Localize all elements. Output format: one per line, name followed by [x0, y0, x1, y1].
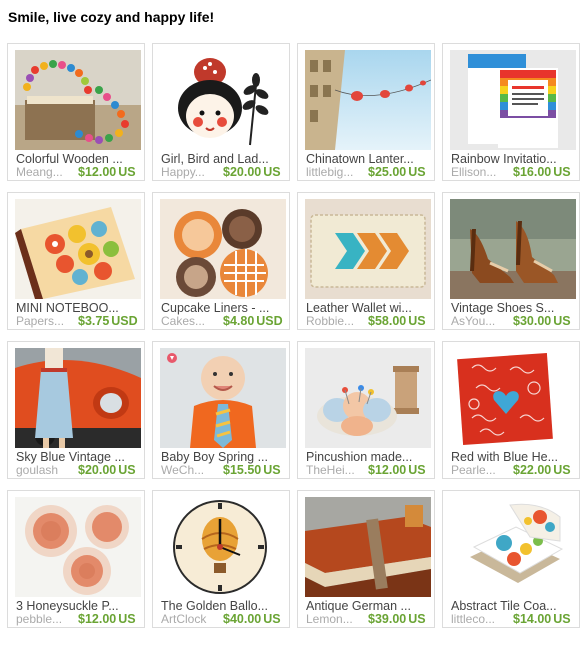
- item-price: $58.00 US: [368, 314, 426, 328]
- item-seller[interactable]: Robbie...: [306, 314, 366, 329]
- item-card[interactable]: Chinatown Lanter... littlebig... $25.00 U…: [297, 43, 435, 181]
- rainbow-invitation-image[interactable]: [450, 50, 576, 150]
- item-seller[interactable]: AsYou...: [451, 314, 511, 329]
- red-blue-heart-tile-image[interactable]: [450, 348, 576, 448]
- item-card[interactable]: Pincushion made... TheHei... $12.00 US: [297, 341, 435, 479]
- item-seller[interactable]: pebble...: [16, 612, 76, 627]
- item-price: $20.00 US: [78, 463, 136, 477]
- chinatown-lanterns-image[interactable]: [305, 50, 431, 150]
- page-title: Smile, live cozy and happy life!: [8, 9, 215, 25]
- item-seller[interactable]: Pearle...: [451, 463, 511, 478]
- item-price: $20.00 US: [223, 165, 281, 179]
- pincushion-image[interactable]: [305, 348, 431, 448]
- antique-german-books-image[interactable]: [305, 497, 431, 597]
- item-price: $14.00 US: [513, 612, 571, 626]
- item-card[interactable]: The Golden Ballo... ArtClock $40.00 US: [152, 490, 290, 628]
- item-price: $39.00 US: [368, 612, 426, 626]
- item-card[interactable]: Girl, Bird and Lad... Happy... $20.00 US: [152, 43, 290, 181]
- item-price: $15.50 US: [223, 463, 281, 477]
- item-price: $40.00 US: [223, 612, 281, 626]
- wooden-bead-necklace-image[interactable]: [15, 50, 141, 150]
- item-price: $3.75 USD: [78, 314, 138, 328]
- vintage-shoes-image[interactable]: [450, 199, 576, 299]
- cupcake-liners-image[interactable]: [160, 199, 286, 299]
- item-price: $25.00 US: [368, 165, 426, 179]
- mini-notebook-image[interactable]: [15, 199, 141, 299]
- item-card[interactable]: Leather Wallet wi... Robbie... $58.00 US: [297, 192, 435, 330]
- item-card[interactable]: Cupcake Liners - ... Cakes... $4.80 USD: [152, 192, 290, 330]
- item-card[interactable]: 3 Honeysuckle P... pebble... $12.00 US: [7, 490, 145, 628]
- item-price: $30.00 US: [513, 314, 571, 328]
- item-card[interactable]: Rainbow Invitatio... Ellison... $16.00 US: [442, 43, 580, 181]
- item-seller[interactable]: Ellison...: [451, 165, 511, 180]
- item-seller[interactable]: Happy...: [161, 165, 221, 180]
- item-seller[interactable]: Cakes...: [161, 314, 221, 329]
- item-card[interactable]: Baby Boy Spring ... WeCh... $15.50 US: [152, 341, 290, 479]
- item-seller[interactable]: TheHei...: [306, 463, 366, 478]
- item-seller[interactable]: Lemon...: [306, 612, 366, 627]
- item-seller[interactable]: goulash: [16, 463, 76, 478]
- item-card[interactable]: Vintage Shoes S... AsYou... $30.00 US: [442, 192, 580, 330]
- item-price: $12.00 US: [78, 612, 136, 626]
- item-price: $16.00 US: [513, 165, 571, 179]
- item-price: $12.00 US: [78, 165, 136, 179]
- item-price: $22.00 US: [513, 463, 571, 477]
- item-seller[interactable]: ArtClock: [161, 612, 221, 627]
- item-price: $12.00 US: [368, 463, 426, 477]
- girl-bird-illustration-image[interactable]: [160, 50, 286, 150]
- item-seller[interactable]: littleco...: [451, 612, 511, 627]
- item-card[interactable]: Sky Blue Vintage ... goulash $20.00 US: [7, 341, 145, 479]
- abstract-tile-coasters-image[interactable]: [450, 497, 576, 597]
- golden-balloon-clock-image[interactable]: [160, 497, 286, 597]
- item-seller[interactable]: Meang...: [16, 165, 76, 180]
- sky-blue-skirt-image[interactable]: [15, 348, 141, 448]
- item-price: $4.80 USD: [223, 314, 283, 328]
- baby-boy-tie-image[interactable]: [160, 348, 286, 448]
- item-seller[interactable]: Papers...: [16, 314, 76, 329]
- item-seller[interactable]: littlebig...: [306, 165, 366, 180]
- item-seller[interactable]: WeCh...: [161, 463, 221, 478]
- honeysuckle-plates-image[interactable]: [15, 497, 141, 597]
- item-card[interactable]: Colorful Wooden ... Meang... $12.00 US: [7, 43, 145, 181]
- leather-wallet-image[interactable]: [305, 199, 431, 299]
- item-card[interactable]: MINI NOTEBOO... Papers... $3.75 USD: [7, 192, 145, 330]
- item-card[interactable]: Antique German ... Lemon... $39.00 US: [297, 490, 435, 628]
- item-card[interactable]: Red with Blue He... Pearle... $22.00 US: [442, 341, 580, 479]
- item-card[interactable]: Abstract Tile Coa... littleco... $14.00 U…: [442, 490, 580, 628]
